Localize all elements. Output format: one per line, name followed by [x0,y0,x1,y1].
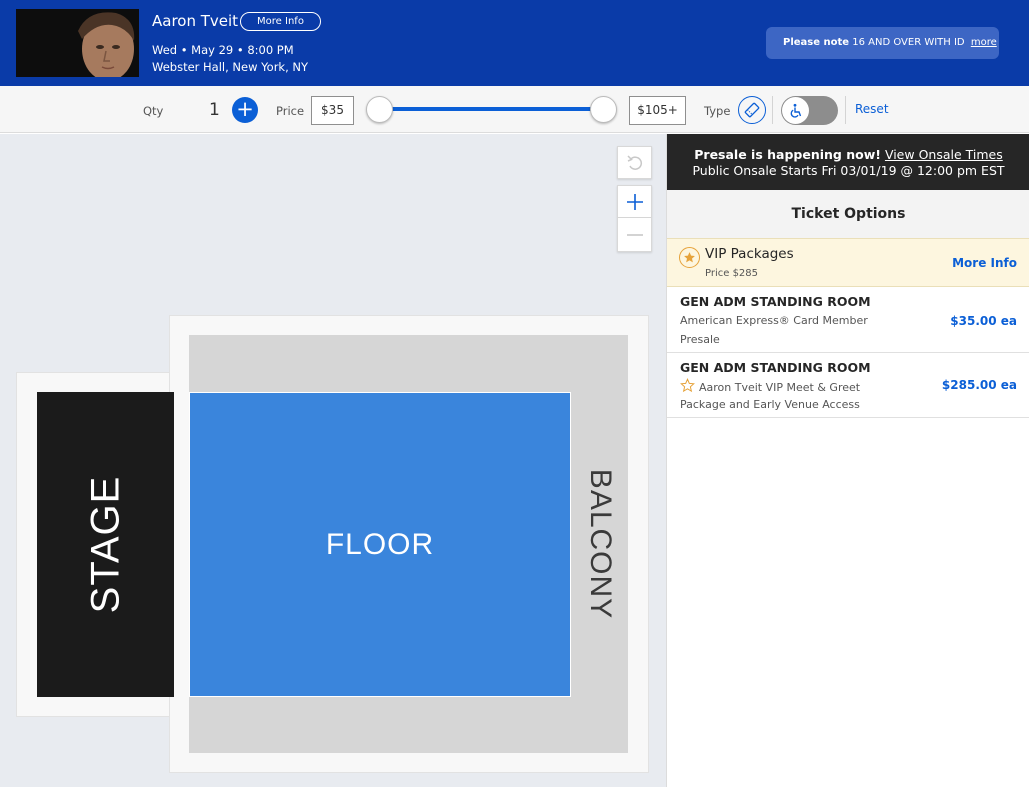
ticket-title: GEN ADM STANDING ROOM [680,294,871,309]
balcony-label: BALCONY [568,464,632,624]
note-text: 16 AND OVER WITH ID [852,37,965,48]
artist-photo [16,9,139,77]
onsale-text: Public Onsale Starts Fri 03/01/19 @ 12:0… [692,163,1005,178]
ticket-description-line: Aaron Tveit VIP Meet & Greet [680,378,860,394]
ticket-price: $285.00 ea [941,378,1017,392]
filter-bar: Qty 1 + Price $35 $105+ Type Reset [0,86,1029,133]
note-more-link[interactable]: more [971,37,997,48]
event-venue: Webster Hall, New York, NY [152,60,309,74]
more-info-button[interactable]: More Info [240,12,321,31]
event-date: Wed • May 29 • 8:00 PM [152,43,294,57]
ticket-option-row[interactable]: GEN ADM STANDING ROOM American Express® … [667,287,1029,353]
price-label: Price [276,104,305,118]
ticket-description: American Express® Card Member [680,314,868,327]
reset-filters-link[interactable]: Reset [855,102,889,116]
price-max-field[interactable]: $105+ [629,96,686,125]
price-slider-min-handle[interactable] [366,96,393,123]
toggle-knob [782,97,809,124]
zoom-out-button[interactable] [617,218,652,252]
type-label: Type [704,104,731,118]
vip-more-info-link[interactable]: More Info [952,256,1017,270]
ticket-title: GEN ADM STANDING ROOM [680,360,871,375]
map-reset-view-button[interactable] [617,146,652,179]
presale-text: Presale is happening now! [694,147,881,162]
star-icon [679,247,700,268]
price-min-field[interactable]: $35 [311,96,354,125]
presale-banner: Presale is happening now! View Onsale Ti… [667,134,1029,190]
plus-icon: + [236,97,254,121]
ticket-option-row[interactable]: GEN ADM STANDING ROOM Aaron Tveit VIP Me… [667,353,1029,418]
qty-label: Qty [143,104,164,118]
zoom-in-button[interactable] [617,185,652,218]
vip-price: Price $285 [705,268,759,279]
presale-line: Presale is happening now! View Onsale Ti… [667,147,1029,163]
ticket-type-button[interactable] [738,96,766,124]
age-restriction-notice: Please note 16 AND OVER WITH ID more [766,27,999,59]
balcony-label-text: BALCONY [584,468,618,620]
divider [845,96,846,124]
price-slider-max-handle[interactable] [590,96,617,123]
ticket-icon [744,102,760,118]
ticket-price: $35.00 ea [950,314,1017,328]
vip-title: VIP Packages [705,246,794,262]
ticket-description: Presale [680,333,720,346]
stage: STAGE [37,392,174,697]
floor-label: FLOOR [325,527,435,561]
star-outline-icon [680,378,695,393]
vip-packages-row[interactable]: VIP Packages Price $285 More Info [667,238,1029,287]
plus-icon [626,193,643,210]
price-slider-track[interactable] [380,107,604,111]
minus-icon [626,233,643,236]
ticket-description: Package and Early Venue Access [680,398,860,411]
undo-icon [626,154,642,170]
qty-value: 1 [209,100,220,120]
accessible-seating-toggle[interactable] [781,96,838,125]
qty-increase-button[interactable]: + [232,97,258,123]
wheelchair-icon [790,103,801,118]
event-header: Aaron Tveit More Info Wed • May 29 • 8:0… [0,0,1029,86]
floor-section[interactable]: FLOOR [189,392,571,697]
divider [772,96,773,124]
ticket-options-title: Ticket Options [667,190,1029,238]
seat-map[interactable]: BALCONY FLOOR STAGE [0,134,666,787]
note-label: Please note [783,37,850,48]
artist-name: Aaron Tveit [152,12,239,30]
ticket-panel: Presale is happening now! View Onsale Ti… [666,134,1029,787]
stage-label: STAGE [83,475,127,614]
ticket-description: Aaron Tveit VIP Meet & Greet [699,381,861,394]
view-onsale-times-link[interactable]: View Onsale Times [885,147,1003,162]
